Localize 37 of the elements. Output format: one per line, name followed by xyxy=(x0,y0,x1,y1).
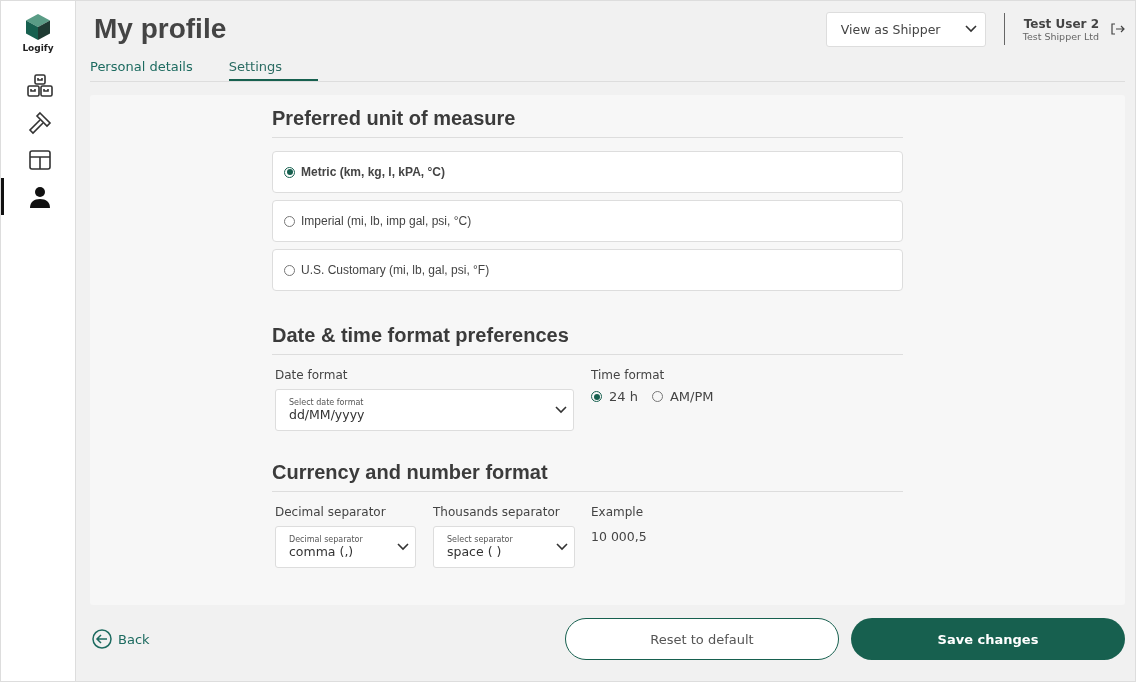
role-select[interactable]: View as Shipper xyxy=(825,11,986,47)
chevron-down-icon xyxy=(964,25,977,33)
dropdown-select[interactable]: Select separator space ( ) xyxy=(433,526,575,568)
option-label: Metric (km, kg, l, kPA, °C) xyxy=(301,165,445,179)
tab[interactable]: Personal details xyxy=(90,57,193,81)
boxes-icon xyxy=(26,73,53,98)
section-heading: Preferred unit of measure xyxy=(272,107,903,138)
company-name: Test Shipper Ltd xyxy=(1022,30,1099,42)
field-label: Time format xyxy=(591,368,665,382)
example-value: 10 000,5 xyxy=(591,529,647,544)
section-heading: Currency and number format xyxy=(272,461,903,492)
option-label: AM/PM xyxy=(669,389,714,404)
logo-text: Logify xyxy=(22,43,54,53)
field-label: Thousands separator xyxy=(433,505,560,519)
chevron-down-icon xyxy=(397,543,409,551)
field-label: Decimal separator xyxy=(275,505,386,519)
cube-logo-icon xyxy=(25,13,51,41)
chevron-down-icon xyxy=(555,406,567,414)
logout-icon[interactable] xyxy=(1111,23,1125,35)
chevron-down-icon xyxy=(556,543,568,551)
dropdown-select[interactable]: Select date format dd/MM/yyyy xyxy=(275,389,574,431)
field-label: Date format xyxy=(275,368,348,382)
save-button[interactable]: Save changes xyxy=(851,618,1125,660)
tab[interactable]: Settings xyxy=(228,57,319,81)
section-heading: Date & time format preferences xyxy=(272,324,903,355)
option-label: Imperial (mi, lb, imp gal, psi, °C) xyxy=(301,214,472,228)
page-title: My profile xyxy=(94,13,228,45)
hammer-icon xyxy=(27,110,52,135)
field-label: Example xyxy=(591,505,644,519)
user-name: Test User 2 xyxy=(1023,16,1099,31)
option-label: 24 h xyxy=(609,389,638,404)
layout-icon xyxy=(28,149,51,170)
back-link[interactable]: Back xyxy=(92,629,565,649)
reset-button[interactable]: Reset to default xyxy=(565,618,839,660)
person-icon xyxy=(28,185,51,208)
dropdown-select[interactable]: Decimal separator comma (,) xyxy=(275,526,416,568)
option-label: U.S. Customary (mi, lb, gal, psi, °F) xyxy=(301,263,490,277)
